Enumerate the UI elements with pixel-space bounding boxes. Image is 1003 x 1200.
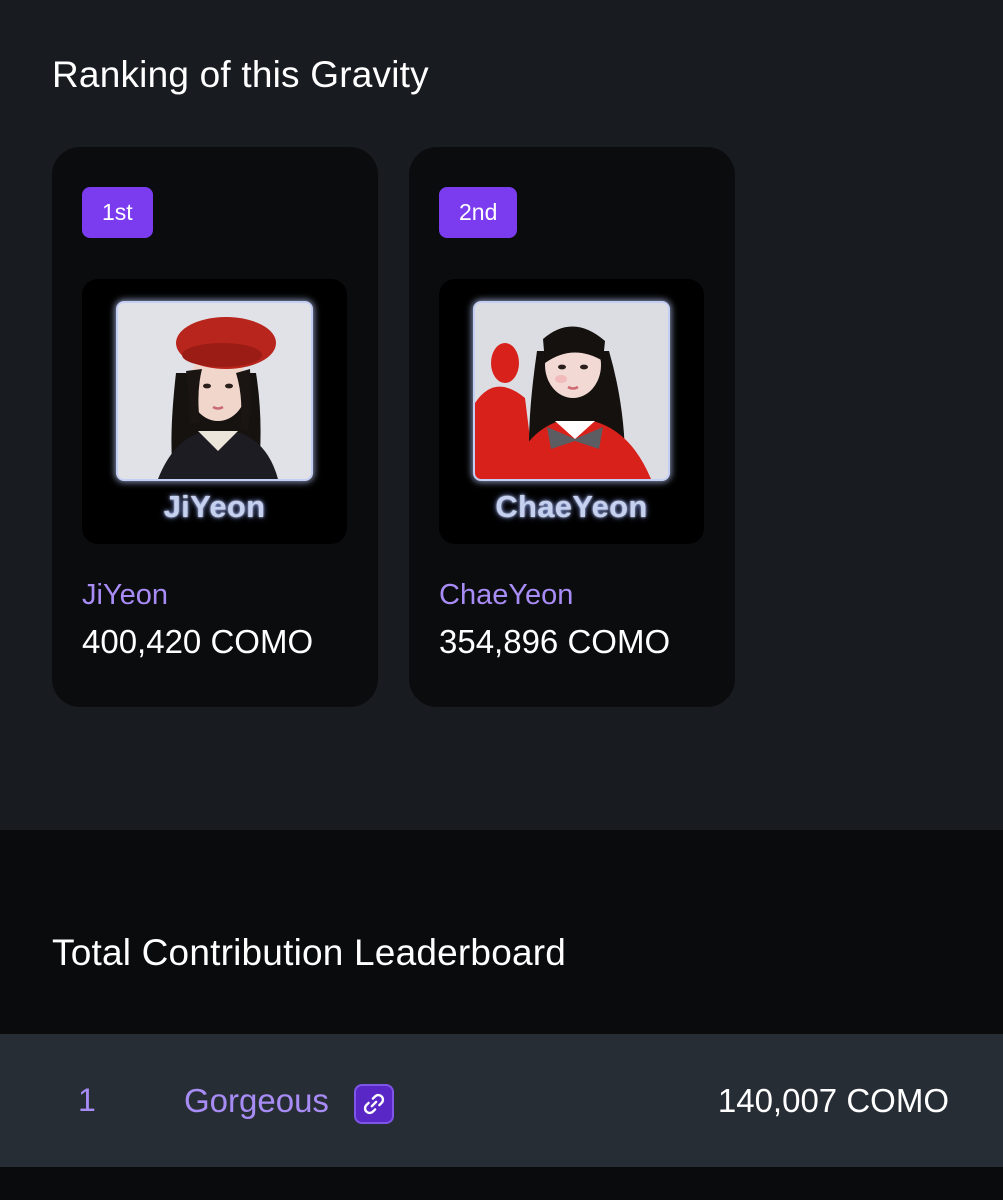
objekt-photo-card[interactable]: ChaeYeon [439,279,704,544]
member-como-total: 400,420 COMO [82,623,314,660]
member-photo [118,303,311,479]
ranking-card-first[interactable]: 1st JiYeon JiYeon 400,420 COMO [52,147,378,707]
ranking-card-second[interactable]: 2nd ChaeYeon ChaeYeon 354,896 COMO [409,147,735,707]
leaderboard-section: Total Contribution Leaderboard 1 Gorgeou… [0,830,1003,1200]
leaderboard-como-total: 140,007 COMO [717,1082,949,1119]
leaderboard-user-name[interactable]: Gorgeous [184,1082,329,1120]
photo-caption: ChaeYeon [495,489,648,524]
leaderboard-rank: 1 [78,1082,96,1118]
member-name: ChaeYeon [439,579,574,611]
rank-badge: 1st [82,187,153,238]
member-como-total: 354,896 COMO [439,623,671,660]
member-name: JiYeon [82,579,169,611]
ranking-title: Ranking of this Gravity [52,54,429,95]
objekt-photo-card[interactable]: JiYeon [82,279,347,544]
link-icon[interactable] [354,1084,394,1124]
photo-caption: JiYeon [163,489,266,524]
leaderboard-title: Total Contribution Leaderboard [52,932,567,973]
ranking-section: Ranking of this Gravity 1st JiYeon JiYeo… [0,0,1003,830]
rank-badge: 2nd [439,187,518,238]
leaderboard-row[interactable]: 1 Gorgeous 140,007 COMO [0,1034,1003,1167]
member-photo [475,303,668,479]
